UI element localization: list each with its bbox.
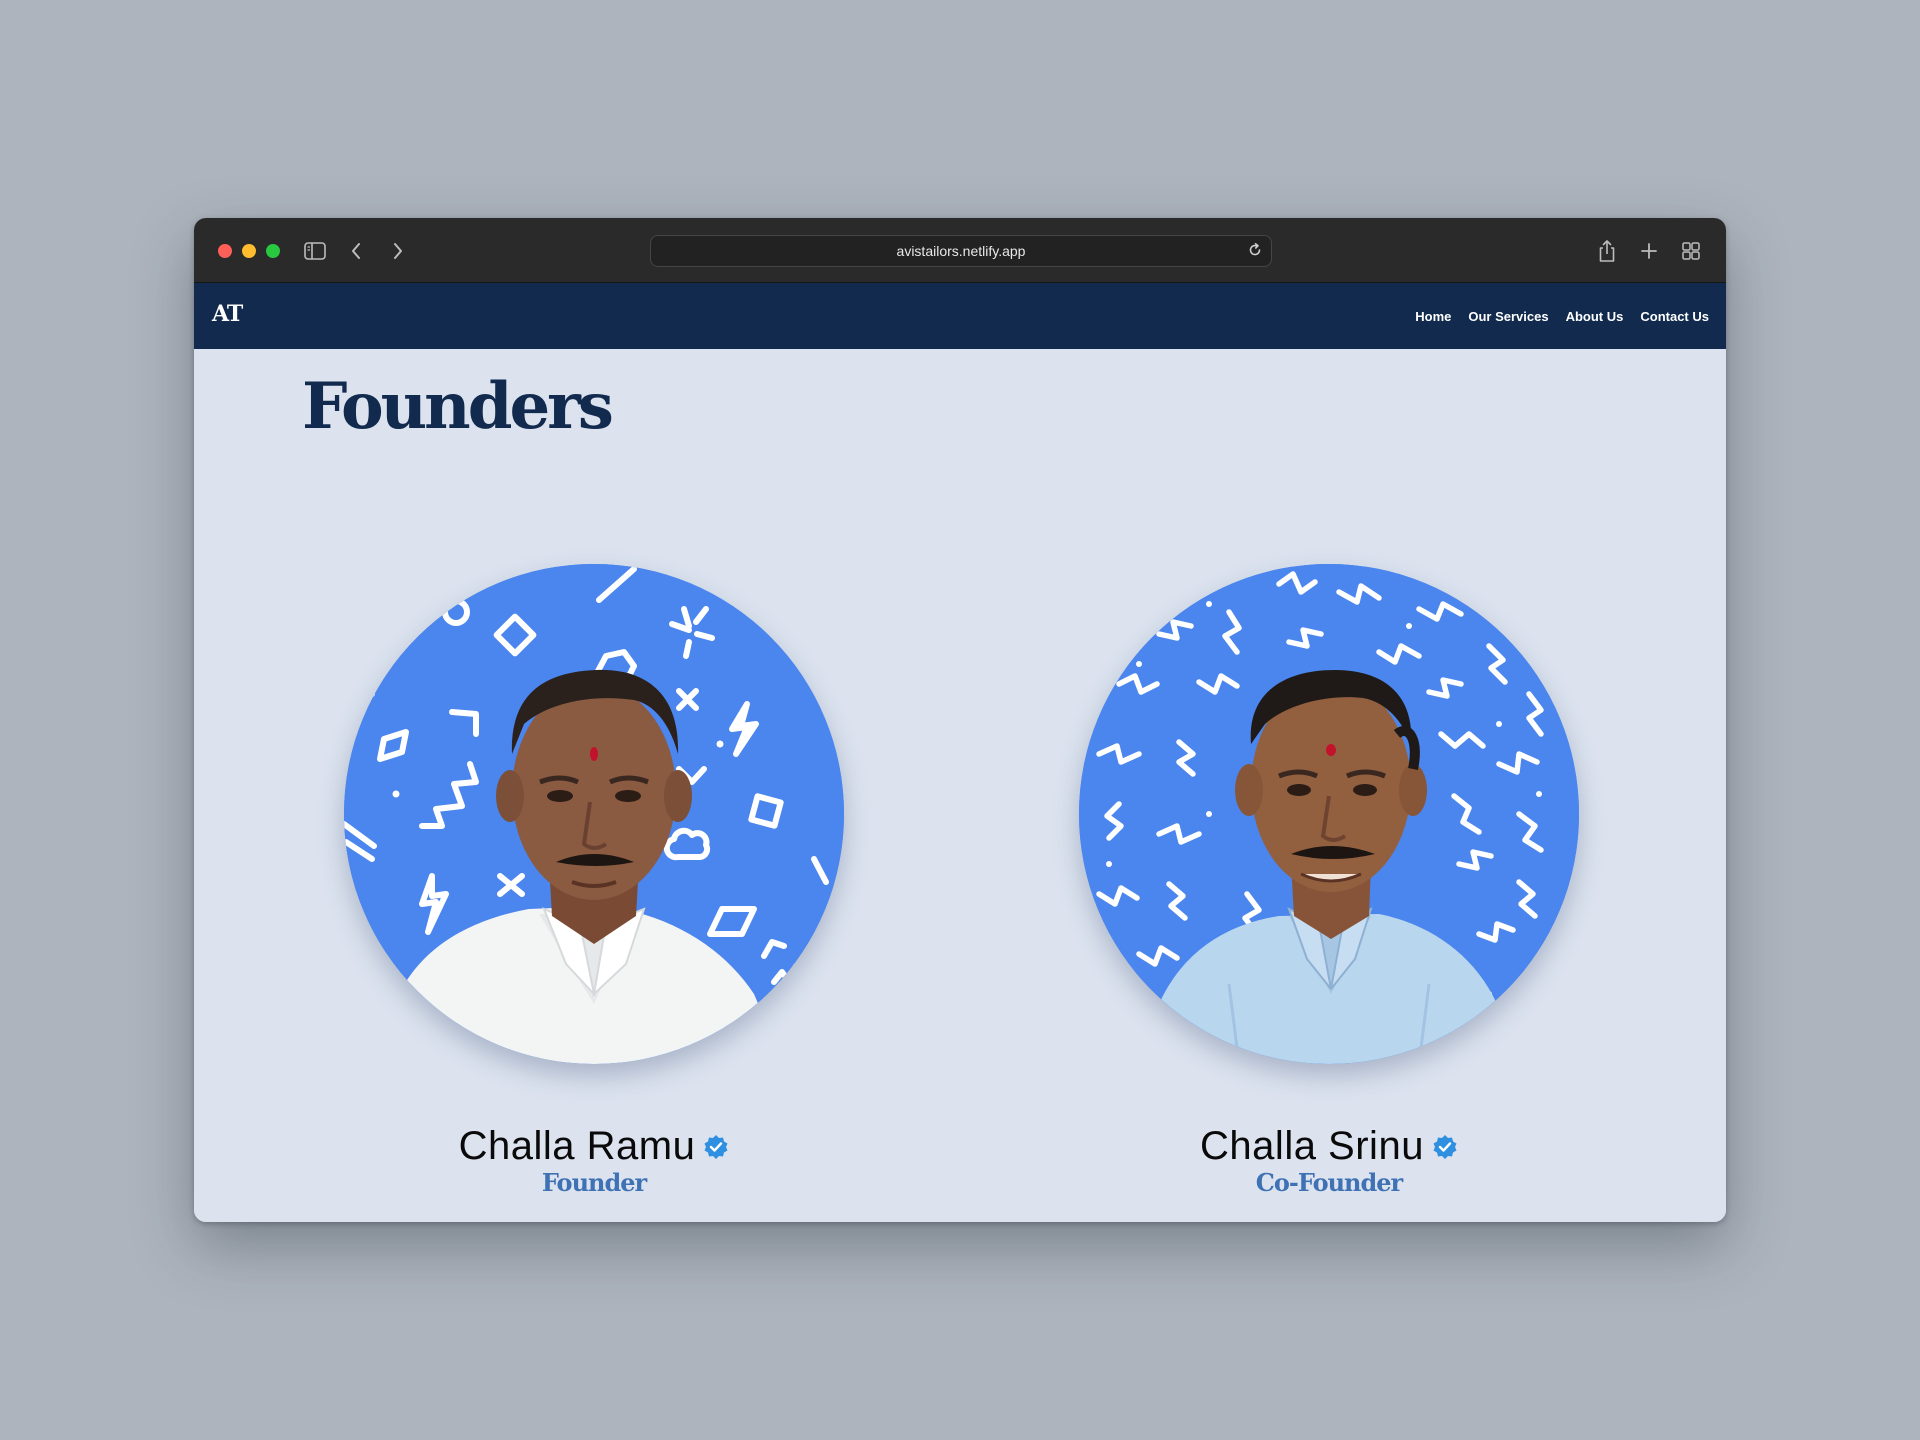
zoom-window-button[interactable] — [266, 244, 280, 258]
founders-section: Founders Challa Ramu Founder Challa Srin… — [194, 349, 1726, 1222]
chevron-right-icon[interactable] — [386, 238, 410, 264]
address-bar-url: avistailors.netlify.app — [896, 243, 1026, 259]
nav-link-about-us[interactable]: About Us — [1566, 309, 1624, 324]
minimize-window-button[interactable] — [242, 244, 256, 258]
nav-links: Home Our Services About Us Contact Us — [1415, 283, 1709, 349]
founder-portrait-image — [344, 564, 844, 1064]
plus-icon[interactable] — [1636, 238, 1662, 264]
nav-link-our-services[interactable]: Our Services — [1468, 309, 1548, 324]
tab-overview-icon[interactable] — [1678, 238, 1704, 264]
sidebar-icon[interactable] — [302, 238, 328, 264]
founder-photo — [344, 564, 844, 1064]
founder-portrait-image — [1079, 564, 1579, 1064]
founder-photo — [1079, 564, 1579, 1064]
founder-card: Challa Ramu Founder — [344, 564, 844, 1204]
nav-link-contact-us[interactable]: Contact Us — [1640, 309, 1709, 324]
page-title: Founders — [302, 369, 614, 444]
site-navbar: AT Home Our Services About Us Contact Us — [194, 283, 1726, 349]
browser-window: avistailors.netlify.app AT Home Our Serv… — [194, 218, 1726, 1222]
verified-badge-icon — [1433, 1134, 1457, 1159]
chevron-left-icon[interactable] — [344, 238, 368, 264]
close-window-button[interactable] — [218, 244, 232, 258]
founder-role: Founder — [541, 1168, 647, 1197]
founder-name: Challa Srinu — [1200, 1124, 1424, 1168]
founder-name-row: Challa Ramu — [344, 1124, 844, 1169]
share-icon[interactable] — [1594, 238, 1620, 264]
founder-name-row: Challa Srinu — [1079, 1124, 1579, 1169]
site-logo[interactable]: AT — [212, 301, 243, 327]
browser-toolbar: avistailors.netlify.app — [194, 218, 1726, 283]
reload-icon[interactable] — [1247, 242, 1263, 258]
nav-link-home[interactable]: Home — [1415, 309, 1451, 324]
address-bar[interactable]: avistailors.netlify.app — [650, 235, 1272, 267]
verified-badge-icon — [704, 1134, 728, 1159]
founder-role: Co-Founder — [1255, 1168, 1403, 1197]
founder-name: Challa Ramu — [458, 1124, 696, 1168]
founder-card: Challa Srinu Co-Founder — [1079, 564, 1579, 1204]
